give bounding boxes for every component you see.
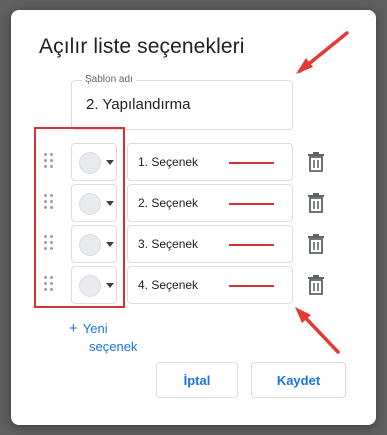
annotation-arrow-bottom	[295, 307, 340, 354]
annotation-arrows	[295, 31, 349, 354]
annotation-arrow-top	[296, 31, 349, 74]
